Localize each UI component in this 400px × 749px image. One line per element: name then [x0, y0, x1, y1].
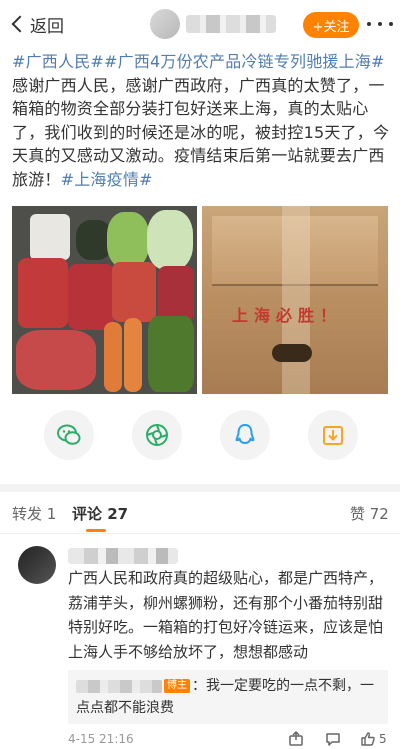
tab-repost[interactable]: 转发 1: [12, 503, 56, 524]
hashtag-link[interactable]: #上海疫情#: [61, 170, 153, 189]
comment-like-button[interactable]: 5: [360, 730, 387, 748]
author-badge: 博主: [164, 679, 190, 693]
comment-text: 广西人民和政府真的超级贴心，都是广西特产，荔浦芋头，柳州螺狮粉，还有那个小番茄特…: [68, 569, 384, 661]
comment-icon: [326, 733, 340, 746]
interaction-tabs: 转发 1 评论 27 赞 72: [0, 492, 400, 534]
box-handle-hole: [272, 344, 312, 362]
share-qq-button[interactable]: [220, 410, 270, 460]
chevron-left-icon: [11, 15, 29, 33]
share-moments-button[interactable]: [132, 410, 182, 460]
active-tab-indicator: [86, 529, 106, 532]
comment-timestamp: 4-15 21:16: [68, 732, 134, 746]
reply-author-name-blurred: [76, 679, 162, 693]
post-image-produce[interactable]: [12, 206, 197, 394]
share-row: [0, 410, 400, 460]
comment-reply-button[interactable]: [325, 730, 341, 748]
share-icon: [289, 731, 303, 746]
top-bar: 返回 +关注: [0, 0, 400, 48]
back-label: 返回: [30, 16, 64, 37]
more-dot-icon: [367, 22, 371, 26]
author-avatar[interactable]: [150, 9, 180, 39]
comment-share-button[interactable]: [288, 730, 304, 748]
tab-likes[interactable]: 赞 72: [350, 503, 389, 524]
author-reply[interactable]: 博主 ：我一定要吃的一点不剩，一点点都不能浪费: [68, 670, 388, 724]
back-button[interactable]: 返回: [10, 12, 64, 37]
tab-comments[interactable]: 评论 27: [72, 503, 128, 524]
commenter-name-blurred[interactable]: [68, 548, 178, 564]
commenter-avatar[interactable]: [18, 546, 56, 584]
follow-button[interactable]: +关注: [303, 12, 359, 38]
more-dot-icon: [378, 22, 382, 26]
moments-icon: [146, 424, 168, 446]
more-dot-icon: [389, 22, 393, 26]
box-tape: [282, 206, 310, 394]
wechat-icon: [57, 424, 81, 445]
hashtag-link[interactable]: #广西人民#: [12, 52, 104, 71]
hashtag-link[interactable]: #广西4万份农产品冷链专列驰援上海#: [104, 52, 385, 71]
thumbs-up-icon: [361, 732, 375, 746]
post-image-box[interactable]: 上海必胜！: [202, 206, 388, 394]
post-text: #广西人民##广西4万份农产品冷链专列驰援上海#感谢广西人民，感谢广西政府，广西…: [12, 50, 390, 191]
author-name-blurred[interactable]: [186, 15, 276, 33]
qq-icon: [235, 424, 255, 444]
comment-like-count: 5: [379, 732, 387, 746]
box-stamp-text: 上海必胜！: [232, 306, 343, 325]
share-wechat-button[interactable]: [44, 410, 94, 460]
save-image-button[interactable]: [308, 410, 358, 460]
section-divider: [0, 484, 400, 492]
more-options-button[interactable]: [367, 14, 393, 34]
save-image-icon: [323, 426, 343, 445]
